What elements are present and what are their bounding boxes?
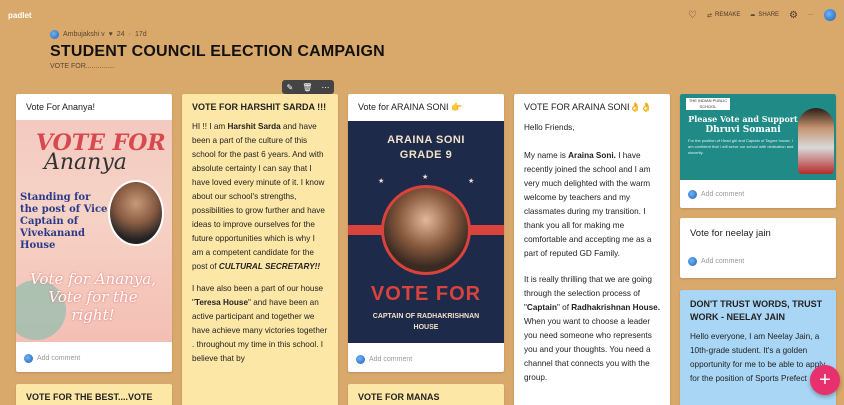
ananya-poster-image[interactable]: VOTE FOR Ananya Standing for the post of…: [16, 120, 172, 342]
top-bar: padlet ♡ ⇄ REMAKE ➦ SHARE ⚙ ···: [0, 0, 844, 30]
board-subtitle: VOTE FOR...............: [50, 63, 115, 70]
commenter-avatar: [688, 189, 697, 199]
poster-candidate-name: ARAINA SONI: [387, 134, 465, 146]
star-icon: ★: [378, 178, 385, 185]
gear-icon[interactable]: ⚙: [789, 10, 798, 21]
commenter-avatar: [688, 256, 697, 266]
candidate-name: Araina Soni.: [568, 151, 616, 160]
poster-heading: ARAINA SONI GRADE 9: [348, 133, 504, 163]
add-post-button[interactable]: +: [810, 365, 840, 395]
candidate-photo: [108, 180, 164, 246]
post-age: 17d: [134, 31, 147, 38]
post-card-dhruvi[interactable]: THE INDIAN PUBLIC SCHOOL Please Vote and…: [680, 94, 836, 208]
post-card-best[interactable]: VOTE FOR THE BEST....VOTE: [16, 384, 172, 405]
body-paragraph: It is really thrilling that we are going…: [524, 273, 660, 385]
school-logo: THE INDIAN PUBLIC SCHOOL: [686, 98, 730, 110]
heart-icon[interactable]: ♡: [688, 10, 697, 21]
body-paragraph: My name is Araina Soni. I have recently …: [524, 149, 660, 261]
post-card-manas[interactable]: VOTE FOR MANAS: [348, 384, 504, 405]
text-span: " and have been an active participant an…: [192, 298, 328, 363]
star-icon: ★: [422, 174, 429, 181]
text-span: When you want to choose a leader you nee…: [524, 317, 652, 382]
add-comment-label: Add comment: [369, 355, 413, 363]
post-toolbar: ✎ 🗑 ⋯: [282, 80, 334, 94]
heart-icon: ♥: [108, 31, 113, 38]
poster-name-text: Ananya: [44, 150, 127, 175]
add-comment-label: Add comment: [701, 190, 745, 198]
remake-label: REMAKE: [714, 12, 741, 18]
post-body: HI !! I am Harshit Sarda and have been a…: [182, 120, 338, 366]
more-icon[interactable]: ⋯: [321, 83, 329, 92]
poster-small-text: For the position of Head girl and Captai…: [688, 138, 794, 155]
post-title: Vote for neelay jain: [690, 228, 771, 239]
text-span: My name is: [524, 151, 569, 160]
share-button[interactable]: ➦ SHARE: [750, 12, 779, 19]
body-paragraph: I have also been a part of our house "Te…: [192, 282, 328, 366]
poster-standing-text: Standing for the post of Vice Captain of…: [20, 192, 108, 251]
delete-icon[interactable]: 🗑: [302, 83, 312, 92]
poster-caption: CAPTAIN OF RADHAKRISHNAN HOUSE: [372, 313, 480, 331]
like-count: 24: [116, 31, 125, 38]
post-title: VOTE FOR ARAINA SONI👌👌: [524, 102, 652, 112]
share-icon: ➦: [750, 12, 756, 19]
edit-icon[interactable]: ✎: [287, 83, 294, 92]
post-card-neelay-short[interactable]: Vote for neelay jain Add comment: [680, 218, 836, 278]
post-title: Vote For Ananya!: [26, 102, 96, 112]
text-span: and have been a part of the culture of t…: [192, 122, 325, 271]
candidate-photo: [798, 108, 834, 174]
post-card-harshit[interactable]: VOTE FOR HARSHIT SARDA !!! HI !! I am Ha…: [182, 94, 338, 405]
candidate-name: Harshit Sarda: [227, 122, 281, 131]
candidate-photo: [381, 185, 471, 275]
post-title: Vote for ARAINA SONI 👉: [358, 102, 463, 112]
user-avatar[interactable]: [824, 9, 836, 21]
author-avatar: [50, 30, 59, 39]
star-icon: ★: [468, 178, 475, 185]
add-comment-label: Add comment: [37, 354, 81, 362]
post-title: VOTE FOR MANAS: [358, 392, 440, 402]
more-button[interactable]: ···: [808, 12, 814, 18]
separator-dot: ·: [128, 31, 131, 38]
author-name[interactable]: Ambujakshi v: [63, 31, 105, 38]
top-actions: ♡ ⇄ REMAKE ➦ SHARE ⚙ ···: [688, 9, 836, 21]
remake-icon: ⇄: [706, 12, 712, 19]
house-name: Teresa House: [194, 298, 249, 307]
post-title: VOTE FOR THE BEST....VOTE: [26, 392, 153, 402]
post-card-araina-text[interactable]: VOTE FOR ARAINA SONI👌👌 Hello Friends, My…: [514, 94, 670, 405]
araina-poster-image[interactable]: ARAINA SONI GRADE 9 ★ ★ ★ VOTE FOR CAPTA…: [348, 121, 504, 343]
text-span: HI !! I am: [192, 122, 228, 131]
board-header: Ambujakshi v ♥ 24 · 17d STUDENT COUNCIL …: [50, 30, 385, 70]
dhruvi-poster-image[interactable]: THE INDIAN PUBLIC SCHOOL Please Vote and…: [680, 94, 836, 180]
house-name: Radhakrishnan House.: [571, 303, 660, 312]
post-title: VOTE FOR HARSHIT SARDA !!!: [192, 102, 327, 112]
text-span: I have recently joined the school and I …: [524, 151, 652, 258]
poster-candidate-name: Dhruvi Somani: [705, 125, 781, 135]
remake-button[interactable]: ⇄ REMAKE: [707, 12, 740, 19]
poster-slogan-text: Vote for Ananya, Vote for the right!: [30, 270, 156, 324]
board-title: STUDENT COUNCIL ELECTION CAMPAIGN: [50, 43, 385, 60]
add-comment[interactable]: Add comment: [680, 251, 836, 271]
post-body: Hello Friends, My name is Araina Soni. I…: [514, 121, 670, 385]
add-comment[interactable]: Add comment: [680, 184, 836, 204]
add-comment[interactable]: Add comment: [348, 349, 504, 369]
board-meta: Ambujakshi v ♥ 24 · 17d: [50, 30, 385, 39]
post-title: DON'T TRUST WORDS, TRUST WORK - NEELAY J…: [690, 299, 823, 322]
post-card-ananya[interactable]: Vote For Ananya! VOTE FOR Ananya Standin…: [16, 94, 172, 372]
add-comment[interactable]: Add comment: [16, 348, 172, 368]
body-paragraph: HI !! I am Harshit Sarda and have been a…: [192, 120, 328, 274]
post-card-araina-poster[interactable]: Vote for ARAINA SONI 👉 ARAINA SONI GRADE…: [348, 94, 504, 372]
padlet-logo[interactable]: padlet: [8, 11, 32, 20]
poster-vote-text: VOTE FOR: [370, 283, 482, 305]
add-comment-label: Add comment: [701, 257, 745, 265]
poster-line1: Please Vote and Support: [688, 114, 798, 124]
text-span: " of: [556, 303, 572, 312]
commenter-avatar: [356, 354, 365, 364]
commenter-avatar: [24, 353, 33, 363]
post-name: CULTURAL SECRETARY!!: [218, 262, 321, 271]
post-name: Captain: [526, 303, 557, 312]
poster-grade: GRADE 9: [399, 149, 453, 161]
share-label: SHARE: [758, 12, 780, 18]
greeting: Hello Friends,: [524, 123, 575, 132]
